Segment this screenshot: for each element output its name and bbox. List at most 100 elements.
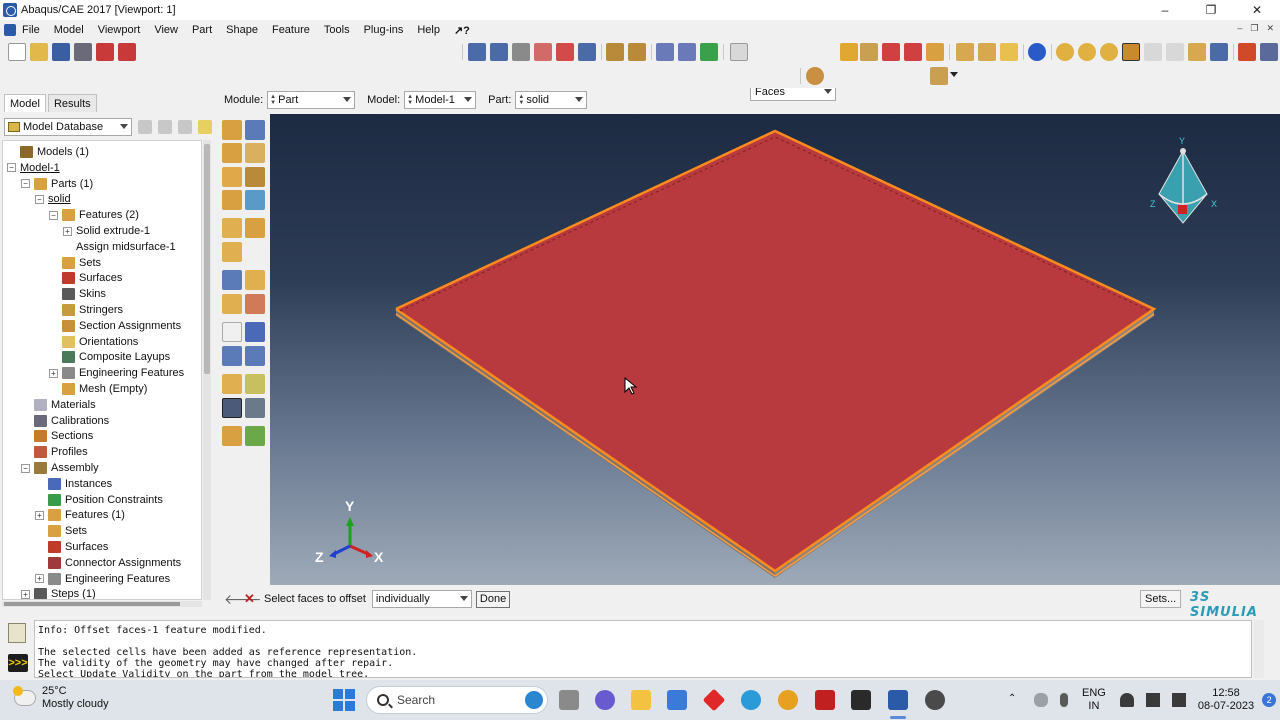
tree-item-mesh-empty[interactable]: Mesh (Empty) <box>49 381 147 397</box>
tree-item-calibrations[interactable]: Calibrations <box>21 413 109 429</box>
redo-icon[interactable] <box>1166 43 1184 61</box>
tree-item-solid[interactable]: − solid <box>35 191 71 207</box>
tab-model[interactable]: Model <box>4 94 46 112</box>
tree-item-sections[interactable]: Sections <box>21 428 93 444</box>
viewport-close-button[interactable]: ✕ <box>1266 23 1274 34</box>
microphone-icon[interactable] <box>1060 693 1068 707</box>
datum-axis-icon[interactable] <box>1078 43 1096 61</box>
selection-method-dropdown[interactable]: individually <box>371 590 472 608</box>
create-round-icon[interactable] <box>222 190 242 210</box>
part-viewport-svg[interactable]: Y X Z Y Z X <box>270 114 1280 585</box>
geometry-edit-icon[interactable] <box>245 218 265 238</box>
remove-selected-icon[interactable] <box>1000 43 1018 61</box>
up-down-arrows-icon[interactable] <box>138 120 152 134</box>
tree-item-solid-extrude-1[interactable]: + Solid extrude-1 <box>63 223 150 239</box>
viewport-system-icon[interactable] <box>4 24 16 36</box>
abaqus-taskbar-icon[interactable] <box>888 690 908 710</box>
part-manager-icon[interactable] <box>245 120 265 140</box>
filter-tree-icon[interactable] <box>178 120 192 134</box>
windows-start-icon[interactable] <box>333 689 355 711</box>
open-file-icon[interactable] <box>30 43 48 61</box>
tree-item-stringers[interactable]: Stringers <box>49 302 123 318</box>
tree-vertical-scrollbar[interactable] <box>203 140 211 600</box>
part-display-icon[interactable] <box>1238 43 1256 61</box>
chrome-browser-icon[interactable] <box>778 690 798 710</box>
show-hidden-icons-icon[interactable]: ⌃ <box>1008 693 1022 707</box>
create-cut-icon[interactable] <box>245 167 265 187</box>
color-palette-icon[interactable] <box>806 67 824 85</box>
expand-icon[interactable]: + <box>49 368 58 378</box>
collapse-icon[interactable]: − <box>49 210 58 220</box>
minimize-button[interactable]: – <box>1142 0 1188 20</box>
render-wireframe-icon[interactable] <box>606 43 624 61</box>
offset-faces-tool-icon[interactable] <box>222 398 242 418</box>
tree-horizontal-scrollbar[interactable] <box>2 601 202 607</box>
repair-tools-icon[interactable] <box>222 218 242 238</box>
sets-button[interactable]: Sets... <box>1140 590 1182 608</box>
tree-item-model-1[interactable]: − Model-1 <box>7 160 60 176</box>
select-circle-icon[interactable] <box>926 43 944 61</box>
combine-faces-icon[interactable] <box>245 374 265 394</box>
done-button[interactable]: Done <box>475 590 511 608</box>
datum-csys-icon[interactable] <box>245 346 265 366</box>
select-interior-icon[interactable] <box>860 43 878 61</box>
expand-icon[interactable]: + <box>63 226 72 236</box>
view-cube-icon[interactable]: Y Z X <box>1150 136 1217 224</box>
export-icon[interactable] <box>96 43 114 61</box>
magnify-view-icon[interactable] <box>512 43 530 61</box>
selection-arrow-icon[interactable] <box>730 43 748 61</box>
tree-item-features-2[interactable]: − Features (2) <box>49 207 139 223</box>
color-code-options-icon[interactable] <box>930 67 948 85</box>
tree-item-section-assignments[interactable]: Section Assignments <box>49 318 181 334</box>
pan-view-icon[interactable] <box>468 43 486 61</box>
cancel-procedure-icon[interactable]: ✕ <box>244 591 258 607</box>
replace-selected-icon[interactable] <box>978 43 996 61</box>
create-part-icon[interactable] <box>222 120 242 140</box>
terminal-icon[interactable] <box>851 690 871 710</box>
tree-item-parts-1[interactable]: − Parts (1) <box>21 176 93 192</box>
box-zoom-icon[interactable] <box>534 43 552 61</box>
new-file-icon[interactable] <box>8 43 26 61</box>
tree-item-materials[interactable]: Materials <box>21 397 96 413</box>
model-database-dropdown[interactable]: Model Database <box>4 118 132 136</box>
tree-item-profiles[interactable]: Profiles <box>21 444 88 460</box>
teams-chat-icon[interactable] <box>595 690 615 710</box>
mesh-seed-icon[interactable] <box>245 426 265 446</box>
bing-icon[interactable] <box>525 691 543 709</box>
datum-point-xyz-icon[interactable] <box>222 322 242 342</box>
cycle-views-icon[interactable] <box>578 43 596 61</box>
tree-item-engineering-features[interactable]: + Engineering Features <box>49 365 184 381</box>
highlight-bulb-icon[interactable] <box>198 120 212 134</box>
create-shell-icon[interactable] <box>245 143 265 163</box>
import-icon[interactable] <box>118 43 136 61</box>
select-box-icon[interactable] <box>882 43 900 61</box>
menu-viewport[interactable]: Viewport <box>98 24 141 36</box>
assign-icon[interactable] <box>222 426 242 446</box>
create-pattern-icon[interactable] <box>245 190 265 210</box>
tree-item-assign-midsurface-1[interactable]: Assign midsurface-1 <box>63 239 176 255</box>
part-dropdown[interactable]: ▲ ▼ solid <box>515 91 588 109</box>
create-solid-extrude-icon[interactable] <box>222 143 242 163</box>
file-explorer-icon[interactable] <box>631 690 651 710</box>
menu-part[interactable]: Part <box>192 24 212 36</box>
menu-feature[interactable]: Feature <box>272 24 310 36</box>
tab-results[interactable]: Results <box>47 94 97 112</box>
plate-top-face[interactable] <box>396 131 1154 571</box>
menu-tools[interactable]: Tools <box>324 24 350 36</box>
print-icon[interactable] <box>74 43 92 61</box>
create-wire-icon[interactable] <box>222 167 242 187</box>
module-dropdown[interactable]: ▲ ▼ Part <box>267 91 356 109</box>
datum-plane-tool-icon[interactable] <box>222 346 242 366</box>
tree-item-surfaces[interactable]: Surfaces <box>49 270 122 286</box>
expand-icon[interactable]: + <box>35 510 44 520</box>
weather-widget[interactable]: 25°C Mostly cloudy <box>13 685 109 711</box>
tree-item-composite-layups[interactable]: Composite Layups <box>49 349 170 365</box>
view-iso-icon[interactable] <box>656 43 674 61</box>
battery-icon[interactable] <box>1171 693 1186 707</box>
edge-browser-icon[interactable] <box>741 690 761 710</box>
view-shaded-icon[interactable] <box>700 43 718 61</box>
save-icon[interactable] <box>52 43 70 61</box>
partition-cell-icon[interactable] <box>222 294 242 314</box>
model-dropdown[interactable]: ▲ ▼ Model-1 <box>404 91 477 109</box>
expand-tree-icon[interactable] <box>158 120 172 134</box>
